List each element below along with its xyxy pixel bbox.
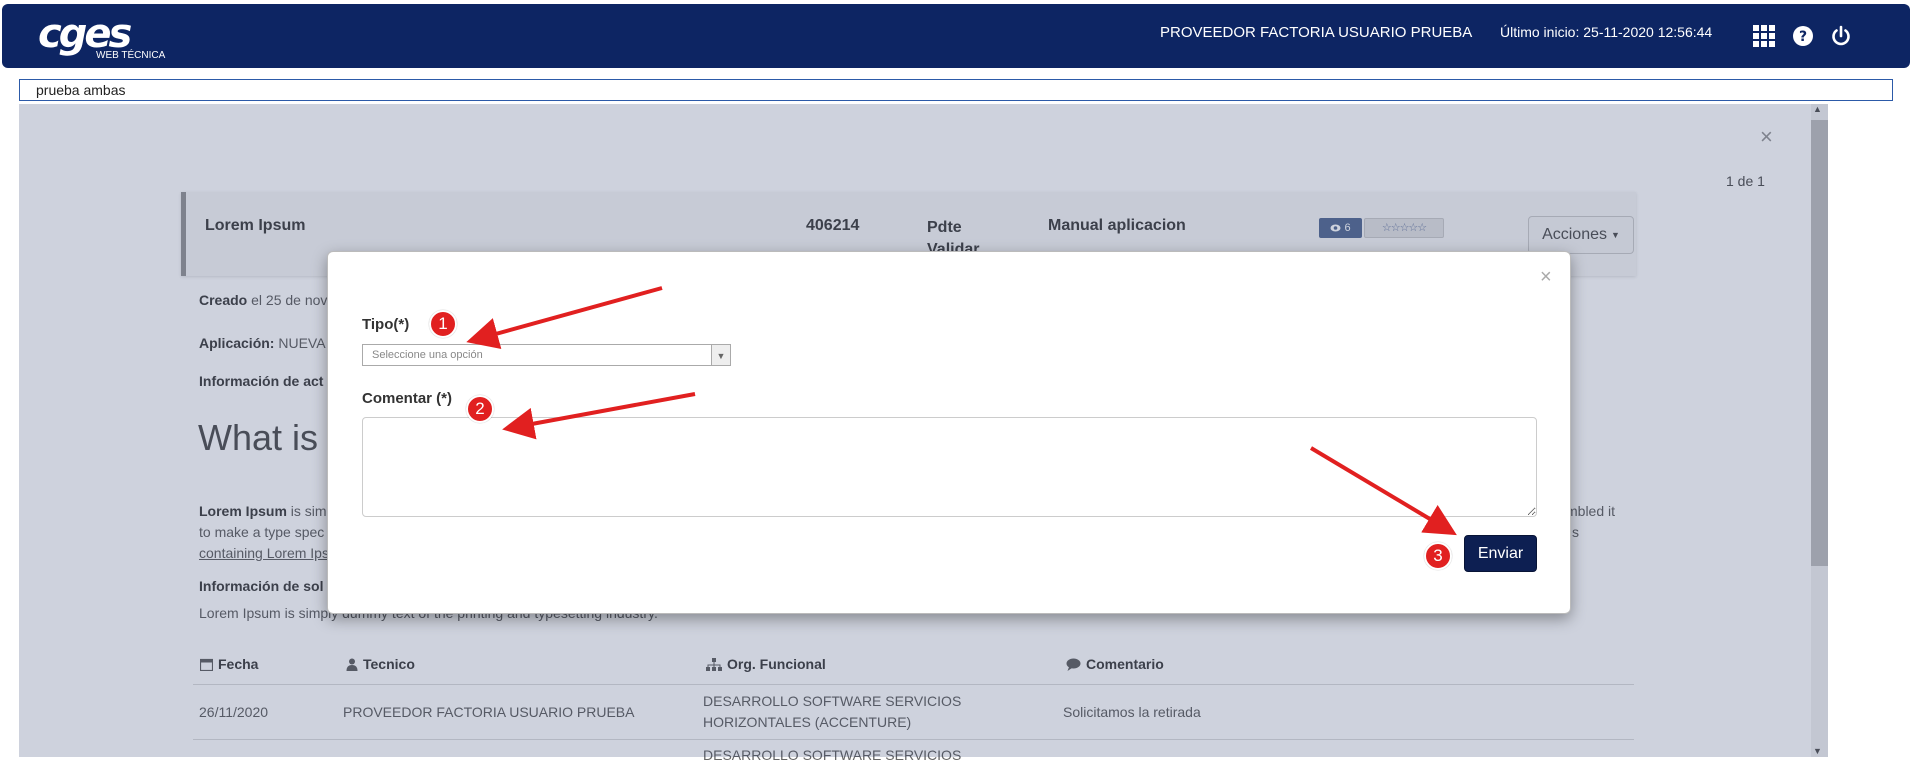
enviar-button[interactable]: Enviar: [1464, 535, 1537, 572]
help-icon[interactable]: ?: [1792, 25, 1814, 47]
tipo-select-value: Seleccione una opción: [372, 349, 483, 361]
tipo-label: Tipo(*): [362, 316, 410, 333]
apps-grid-icon[interactable]: [1752, 24, 1776, 48]
annotation-marker-3: 3: [1424, 542, 1452, 570]
top-navbar: cges WEB TÉCNICA PROVEEDOR FACTORIA USUA…: [2, 4, 1910, 68]
search-input[interactable]: prueba ambas: [19, 79, 1893, 101]
last-login-text: Último inicio: 25-11-2020 12:56:44: [1500, 24, 1713, 40]
comentar-label: Comentar (*): [362, 390, 453, 407]
logo-text: cges: [38, 11, 132, 57]
tipo-select[interactable]: Seleccione una opción ▼: [362, 344, 731, 366]
svg-text:?: ?: [1799, 29, 1807, 45]
power-icon[interactable]: [1830, 25, 1852, 47]
annotation-marker-2: 2: [466, 395, 494, 423]
current-user-name: PROVEEDOR FACTORIA USUARIO PRUEBA: [1160, 24, 1473, 41]
logo-subtext: WEB TÉCNICA: [96, 50, 166, 61]
comentar-textarea[interactable]: [362, 417, 1537, 517]
annotation-marker-1: 1: [429, 310, 457, 338]
modal-close-icon[interactable]: ×: [1540, 266, 1552, 289]
cges-logo[interactable]: cges WEB TÉCNICA: [38, 11, 165, 61]
select-arrow-icon[interactable]: ▼: [711, 345, 730, 365]
